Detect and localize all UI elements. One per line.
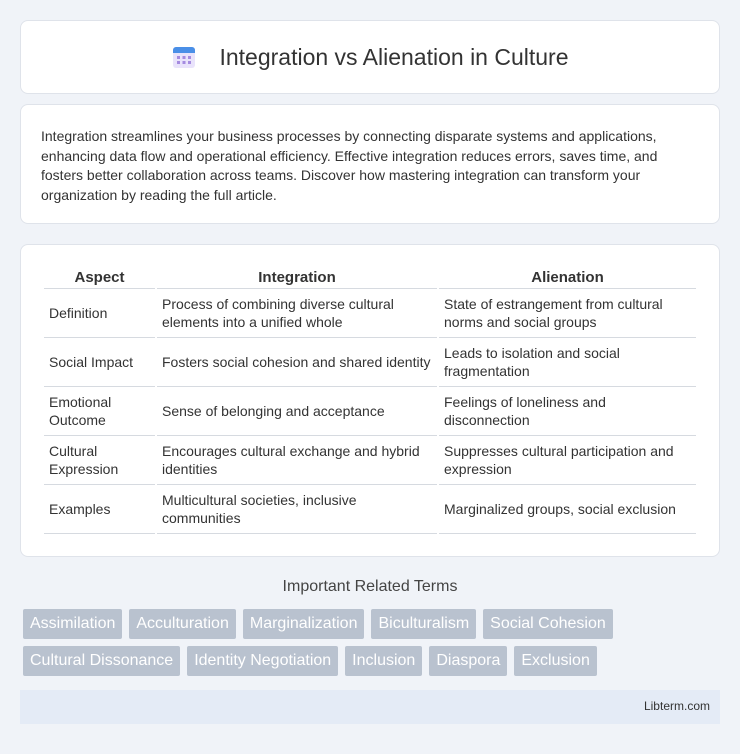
- tag-acculturation[interactable]: Acculturation: [129, 609, 236, 639]
- table-cell: Suppresses cultural participation and ex…: [439, 436, 696, 485]
- tag-social-cohesion[interactable]: Social Cohesion: [483, 609, 613, 639]
- tag-biculturalism[interactable]: Biculturalism: [371, 609, 477, 639]
- table-row: Examples Multicultural societies, inclus…: [44, 485, 696, 534]
- page-title: Integration vs Alienation in Culture: [219, 43, 569, 70]
- comparison-table: Aspect Integration Alienation Definition…: [42, 265, 698, 534]
- table-cell: Multicultural societies, inclusive commu…: [157, 485, 437, 534]
- tag-cultural-dissonance[interactable]: Cultural Dissonance: [23, 646, 181, 676]
- related-terms-title: Important Related Terms: [282, 578, 458, 595]
- tag-diaspora[interactable]: Diaspora: [429, 646, 508, 676]
- header-integration: Integration: [157, 265, 437, 289]
- table-cell: Sense of belonging and acceptance: [157, 387, 437, 436]
- table-cell: Examples: [44, 485, 155, 534]
- table-cell: Fosters social cohesion and shared ident…: [157, 338, 437, 387]
- intro-card: Integration streamlines your business pr…: [20, 104, 720, 224]
- comparison-card: Aspect Integration Alienation Definition…: [20, 244, 720, 557]
- tag-marginalization[interactable]: Marginalization: [242, 609, 365, 639]
- calendar-icon: [173, 47, 196, 68]
- table-cell: Definition: [44, 289, 155, 338]
- tag-exclusion[interactable]: Exclusion: [514, 646, 597, 676]
- table-cell: Process of combining diverse cultural el…: [157, 289, 437, 338]
- tag-assimilation[interactable]: Assimilation: [23, 609, 123, 639]
- table-header-row: Aspect Integration Alienation: [44, 265, 696, 289]
- header-alienation: Alienation: [439, 265, 696, 289]
- table-cell: Marginalized groups, social exclusion: [439, 485, 696, 534]
- table-cell: Emotional Outcome: [44, 387, 155, 436]
- table-cell: Leads to isolation and social fragmentat…: [439, 338, 696, 387]
- table-cell: Encourages cultural exchange and hybrid …: [157, 436, 437, 485]
- table-row: Social Impact Fosters social cohesion an…: [44, 338, 696, 387]
- table-cell: State of estrangement from cultural norm…: [439, 289, 696, 338]
- table-row: Definition Process of combining diverse …: [44, 289, 696, 338]
- header-aspect: Aspect: [44, 265, 155, 289]
- tag-inclusion[interactable]: Inclusion: [345, 646, 423, 676]
- table-row: Cultural Expression Encourages cultural …: [44, 436, 696, 485]
- table-cell: Cultural Expression: [44, 436, 155, 485]
- footer-link[interactable]: Libterm.com: [644, 699, 710, 713]
- intro-text: Integration streamlines your business pr…: [41, 128, 658, 203]
- footer: Libterm.com: [20, 690, 720, 724]
- table-cell: Feelings of loneliness and disconnection: [439, 387, 696, 436]
- table-cell: Social Impact: [44, 338, 155, 387]
- table-row: Emotional Outcome Sense of belonging and…: [44, 387, 696, 436]
- related-terms-list: Assimilation Acculturation Marginalizati…: [23, 609, 723, 676]
- tag-identity-negotiation[interactable]: Identity Negotiation: [187, 646, 339, 676]
- title-card: Integration vs Alienation in Culture: [20, 20, 720, 94]
